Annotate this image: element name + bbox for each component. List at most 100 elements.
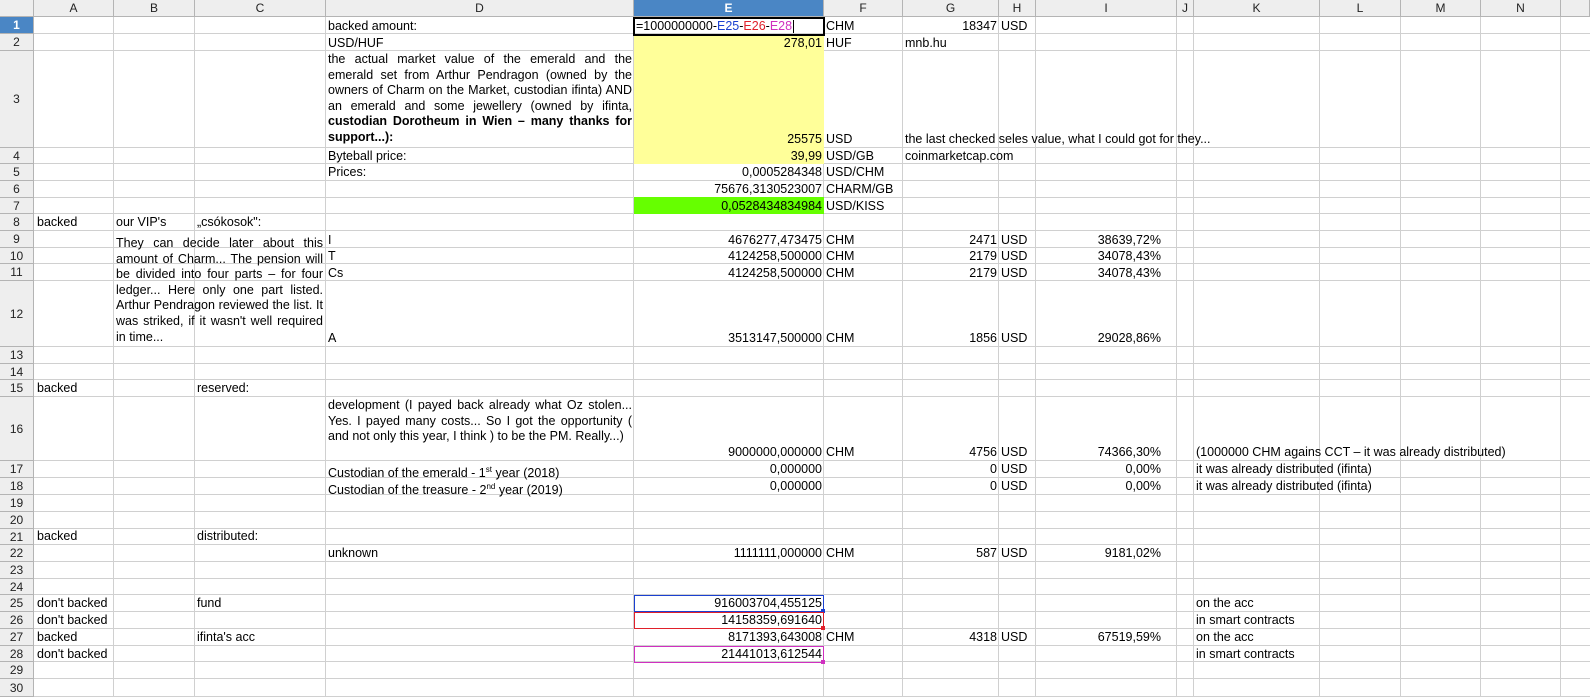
row-header-14[interactable]: 14 <box>0 364 34 380</box>
cell-D5[interactable]: Prices: <box>326 165 368 180</box>
cell-H9[interactable]: USD <box>999 233 1029 248</box>
cell-C25[interactable]: fund <box>195 596 223 611</box>
cell-E17[interactable]: 0,000000 <box>634 462 824 477</box>
cell-F3[interactable]: USD <box>824 132 854 147</box>
column-header-e[interactable]: E <box>634 0 824 17</box>
cell-F9[interactable]: CHM <box>824 233 856 248</box>
column-header-j[interactable]: J <box>1177 0 1194 17</box>
cell-G4[interactable]: coinmarketcap.com <box>903 149 1015 164</box>
cell-L16[interactable]: (1000000 CHM agains CCT – it was already… <box>1194 445 1508 460</box>
cell-E10[interactable]: 4124258,500000 <box>634 249 824 264</box>
cell-G27[interactable]: 4318 <box>903 630 999 645</box>
cell-L26[interactable]: in smart contracts <box>1194 613 1297 628</box>
cell-F10[interactable]: CHM <box>824 249 856 264</box>
cell-I16[interactable]: 74366,30% <box>1036 445 1163 460</box>
cell-D9[interactable]: I <box>326 233 333 248</box>
cell-E28[interactable]: 21441013,612544 <box>634 647 824 662</box>
cell-E2[interactable]: 278,01 <box>634 36 824 51</box>
cell-D4[interactable]: Byteball price: <box>326 149 409 164</box>
column-header-n[interactable]: N <box>1481 0 1561 17</box>
column-header-a[interactable]: A <box>34 0 114 17</box>
cell-G3[interactable]: the last checked seles value, what I cou… <box>903 132 1213 147</box>
cell-A28[interactable]: don't backed <box>35 647 110 662</box>
cell-L17[interactable]: it was already distributed (ifinta) <box>1194 462 1374 477</box>
cell-E11[interactable]: 4124258,500000 <box>634 266 824 281</box>
row-header-8[interactable]: 8 <box>0 214 34 231</box>
cell-E27[interactable]: 8171393,643008 <box>634 630 824 645</box>
cell-D11[interactable]: Cs <box>326 266 345 281</box>
cell-F5[interactable]: USD/CHM <box>824 165 886 180</box>
row-header-9[interactable]: 9 <box>0 231 34 248</box>
row-header-27[interactable]: 27 <box>0 629 34 646</box>
cell-A15[interactable]: backed <box>35 381 79 396</box>
cell-E6[interactable]: 75676,3130523007 <box>634 182 824 197</box>
cell-F27[interactable]: CHM <box>824 630 856 645</box>
row-header-19[interactable]: 19 <box>0 495 34 512</box>
cell-C15[interactable]: reserved: <box>195 381 251 396</box>
cell-I10[interactable]: 34078,43% <box>1036 249 1163 264</box>
cell-E4[interactable]: 39,99 <box>634 149 824 164</box>
cell-B8[interactable]: our VIP's <box>114 215 168 230</box>
cell-E18[interactable]: 0,000000 <box>634 479 824 494</box>
cell-E25[interactable]: 916003704,455125 <box>634 596 824 611</box>
cell-H22[interactable]: USD <box>999 546 1029 561</box>
column-header-h[interactable]: H <box>999 0 1036 17</box>
cell-E16[interactable]: 9000000,000000 <box>634 445 824 460</box>
cell-I22[interactable]: 9181,02% <box>1036 546 1163 561</box>
cell-L18[interactable]: it was already distributed (ifinta) <box>1194 479 1374 494</box>
cell-G10[interactable]: 2179 <box>903 249 999 264</box>
cell-B9[interactable]: They can decide later about this amount … <box>114 236 325 345</box>
row-header-16[interactable]: 16 <box>0 397 34 461</box>
column-header-d[interactable]: D <box>326 0 634 17</box>
cell-E12[interactable]: 3513147,500000 <box>634 331 824 346</box>
row-header-18[interactable]: 18 <box>0 478 34 495</box>
row-header-20[interactable]: 20 <box>0 512 34 529</box>
cell-E22[interactable]: 1111111,000000 <box>634 546 824 561</box>
cell-F6[interactable]: CHARM/GB <box>824 182 895 197</box>
cell-A8[interactable]: backed <box>35 215 79 230</box>
cell-I12[interactable]: 29028,86% <box>1036 331 1163 346</box>
cell-H27[interactable]: USD <box>999 630 1029 645</box>
column-header-f[interactable]: F <box>824 0 903 17</box>
cell-H16[interactable]: USD <box>999 445 1029 460</box>
cell-A21[interactable]: backed <box>35 529 79 544</box>
column-header-g[interactable]: G <box>903 0 999 17</box>
cell-D18[interactable]: Custodian of the treasure - 2nd year (20… <box>326 479 565 498</box>
column-header-c[interactable]: C <box>195 0 326 17</box>
cell-F22[interactable]: CHM <box>824 546 856 561</box>
cell-E7[interactable]: 0,0528434834984 <box>634 199 824 214</box>
row-header-11[interactable]: 11 <box>0 264 34 281</box>
cell-F1[interactable]: CHM <box>824 19 856 34</box>
column-header-k[interactable]: K <box>1194 0 1320 17</box>
cell-F12[interactable]: CHM <box>824 331 856 346</box>
cell-H17[interactable]: USD <box>999 462 1029 477</box>
cell-D1[interactable]: backed amount: <box>326 19 419 34</box>
cell-H1[interactable]: USD <box>999 19 1029 34</box>
cell-E26[interactable]: 14158359,691640 <box>634 613 824 628</box>
cell-G12[interactable]: 1856 <box>903 331 999 346</box>
cell-I27[interactable]: 67519,59% <box>1036 630 1163 645</box>
row-header-17[interactable]: 17 <box>0 461 34 478</box>
cell-L25[interactable]: on the acc <box>1194 596 1256 611</box>
cell-G1[interactable]: 18347 <box>903 19 999 34</box>
cell-G17[interactable]: 0 <box>903 462 999 477</box>
row-header-10[interactable]: 10 <box>0 248 34 264</box>
row-header-28[interactable]: 28 <box>0 646 34 662</box>
cell-E9[interactable]: 4676277,473475 <box>634 233 824 248</box>
row-header-6[interactable]: 6 <box>0 181 34 198</box>
spreadsheet-grid[interactable]: ABCDEFGHIJKLMNO 123456789101112131415161… <box>0 0 1590 697</box>
row-header-21[interactable]: 21 <box>0 529 34 545</box>
cell-A25[interactable]: don't backed <box>35 596 110 611</box>
row-header-5[interactable]: 5 <box>0 164 34 181</box>
row-header-26[interactable]: 26 <box>0 612 34 629</box>
cell-C27[interactable]: ifinta's acc <box>195 630 257 645</box>
cell-F2[interactable]: HUF <box>824 36 854 51</box>
cell-I18[interactable]: 0,00% <box>1036 479 1163 494</box>
cell-G18[interactable]: 0 <box>903 479 999 494</box>
cell-F4[interactable]: USD/GB <box>824 149 876 164</box>
row-header-7[interactable]: 7 <box>0 198 34 214</box>
cell-F11[interactable]: CHM <box>824 266 856 281</box>
row-header-3[interactable]: 3 <box>0 51 34 148</box>
cell-E5[interactable]: 0,0005284348 <box>634 165 824 180</box>
select-all-corner[interactable] <box>0 0 34 17</box>
